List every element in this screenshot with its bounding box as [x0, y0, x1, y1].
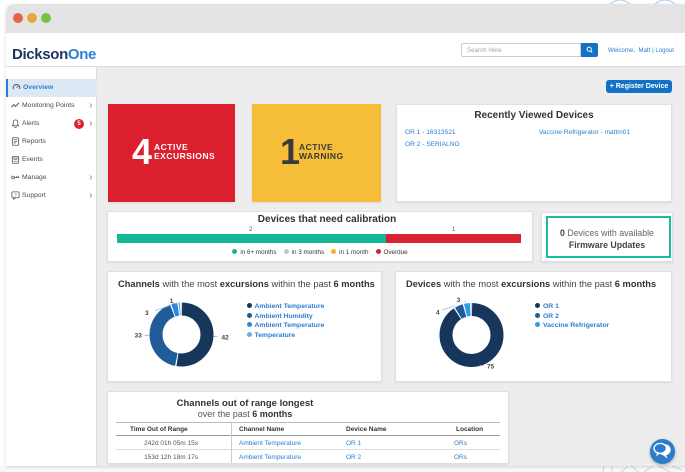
svg-text:33: 33 — [134, 332, 142, 339]
svg-text:1: 1 — [169, 298, 173, 305]
svg-text:75: 75 — [486, 364, 494, 371]
svg-text:3: 3 — [145, 310, 149, 317]
svg-text:42: 42 — [221, 334, 229, 341]
svg-text:?: ? — [14, 192, 17, 197]
svg-text:4: 4 — [436, 309, 440, 316]
svg-text:3: 3 — [456, 297, 460, 304]
